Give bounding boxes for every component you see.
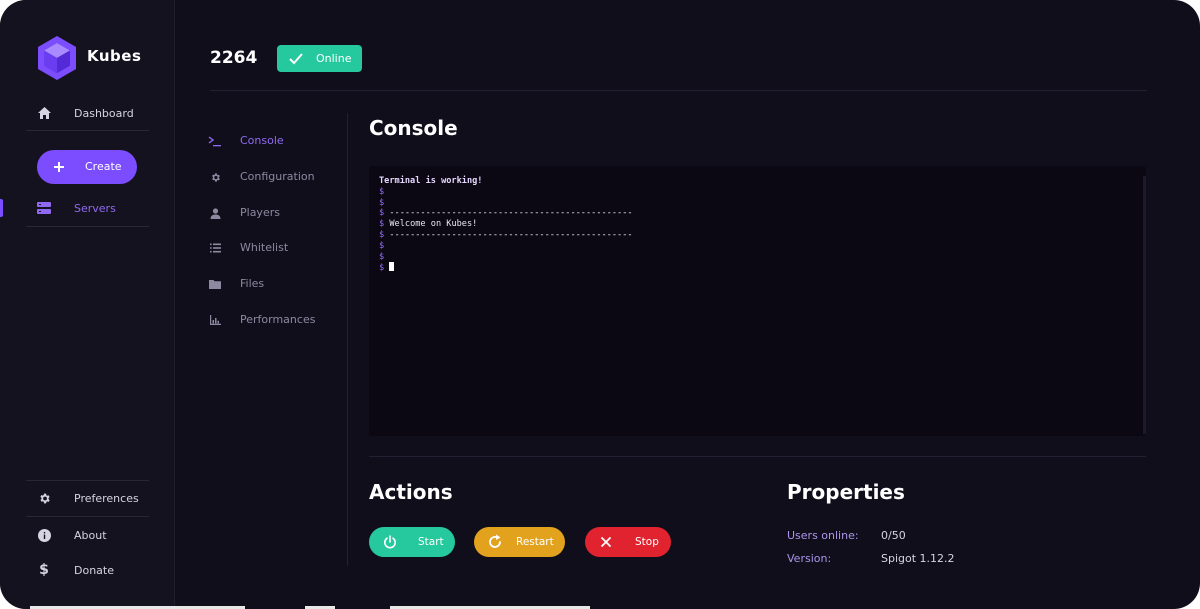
sidebar-item-servers[interactable]: Servers	[26, 190, 149, 226]
tab-performances[interactable]: Performances	[208, 311, 338, 331]
divider	[347, 113, 348, 566]
sidebar-item-label: Donate	[74, 563, 114, 577]
terminal-line: $	[379, 186, 385, 197]
divider	[369, 456, 1146, 457]
terminal-icon	[208, 134, 222, 148]
divider	[210, 90, 1147, 91]
dollar-icon: $	[39, 562, 49, 578]
tab-label: Console	[240, 134, 284, 147]
console-title: Console	[369, 116, 458, 140]
plus-icon	[54, 162, 64, 172]
restart-label: Restart	[516, 536, 554, 548]
terminal-line: $ --------------------------------------…	[379, 229, 633, 240]
list-icon	[208, 241, 222, 255]
tab-label: Performances	[240, 313, 316, 326]
terminal-line: $ --------------------------------------…	[379, 208, 633, 219]
sidebar-item-label: Dashboard	[74, 106, 134, 120]
restart-button[interactable]: Restart	[474, 527, 565, 557]
sidebar: Kubes Dashboard Create Servers Preferenc…	[0, 0, 175, 609]
terminal-line: $	[379, 240, 385, 251]
tab-label: Whitelist	[240, 241, 289, 254]
terminal-input-line[interactable]: $	[379, 262, 1136, 274]
tab-players[interactable]: Players	[208, 204, 338, 224]
sidebar-item-about[interactable]: About	[26, 517, 149, 553]
create-label: Create	[85, 160, 122, 173]
start-button[interactable]: Start	[369, 527, 455, 557]
terminal-line: $	[379, 251, 385, 262]
status-label: Online	[316, 52, 352, 65]
gear-icon	[36, 490, 52, 506]
sidebar-item-donate[interactable]: $ Donate	[26, 552, 149, 588]
sidebar-item-dashboard[interactable]: Dashboard	[26, 95, 149, 131]
status-badge: Online	[277, 45, 362, 72]
tab-label: Files	[240, 277, 265, 290]
chart-icon	[208, 313, 222, 327]
sidebar-item-label: Preferences	[74, 491, 139, 505]
terminal-line: $ Welcome on Kubes!	[379, 219, 478, 230]
server-icon	[36, 200, 52, 216]
sidebar-item-label: About	[74, 528, 107, 542]
active-indicator	[0, 199, 3, 217]
version-label: Version:	[787, 552, 832, 565]
properties-title: Properties	[787, 480, 905, 504]
tab-label: Players	[240, 206, 280, 219]
info-icon	[36, 527, 52, 543]
divider	[26, 226, 149, 227]
home-icon	[36, 105, 52, 121]
server-title: 2264	[210, 48, 258, 68]
tab-configuration[interactable]: Configuration	[208, 168, 338, 188]
gear-icon	[208, 170, 222, 184]
stop-label: Stop	[635, 536, 659, 548]
check-icon	[289, 53, 303, 65]
start-label: Start	[418, 536, 444, 548]
sidebar-item-label: Servers	[74, 201, 116, 215]
user-icon	[208, 206, 222, 220]
terminal-scrollbar[interactable]	[1143, 176, 1146, 434]
users-online-value: 0/50	[881, 529, 906, 542]
restart-icon	[489, 534, 501, 548]
actions-title: Actions	[369, 480, 453, 504]
tab-files[interactable]: Files	[208, 275, 338, 295]
terminal-line: Terminal is working!	[379, 176, 483, 186]
app-name: Kubes	[87, 47, 142, 65]
power-icon	[384, 535, 396, 549]
tab-console[interactable]: Console	[208, 132, 338, 152]
terminal-cursor	[389, 262, 395, 272]
divider	[26, 130, 149, 131]
create-button[interactable]: Create	[37, 150, 137, 184]
tab-whitelist[interactable]: Whitelist	[208, 239, 338, 259]
stop-button[interactable]: Stop	[585, 527, 671, 557]
version-value: Spigot 1.12.2	[881, 552, 955, 565]
tab-label: Configuration	[240, 170, 315, 183]
kubes-logo-icon	[38, 36, 76, 80]
terminal-line: $	[379, 197, 385, 208]
app-window: Kubes Dashboard Create Servers Preferenc…	[0, 0, 1200, 609]
users-online-label: Users online:	[787, 529, 859, 542]
close-icon	[601, 537, 611, 547]
sidebar-item-preferences[interactable]: Preferences	[26, 480, 149, 516]
terminal[interactable]: Terminal is working! $ $ $ -------------…	[369, 166, 1146, 436]
folder-icon	[208, 277, 222, 291]
